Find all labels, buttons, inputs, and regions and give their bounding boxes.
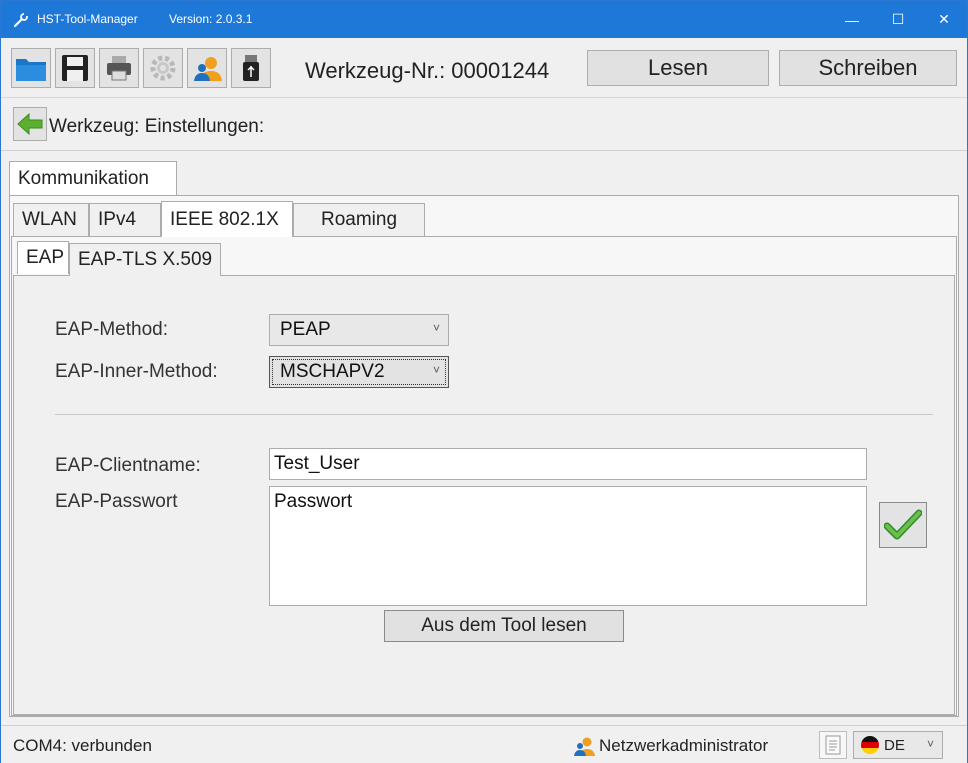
tab-eap-tls[interactable]: EAP-TLS X.509 (69, 243, 221, 276)
connection-status: COM4: verbunden (13, 736, 152, 755)
flag-de-icon (861, 736, 879, 754)
eap-password-input[interactable]: Passwort (269, 486, 867, 606)
usb-icon (243, 55, 259, 81)
window-title: HST-Tool-Manager (37, 12, 138, 26)
eap-method-value: PEAP (280, 319, 331, 340)
user-role-label: Netzwerkadministrator (599, 736, 769, 755)
chevron-down-icon: ˅ (432, 321, 440, 335)
status-bar: COM4: verbunden Netzwerkadministrator DE… (1, 725, 967, 763)
breadcrumb-label: Werkzeug: Einstellungen: (49, 116, 265, 137)
tool-number: Werkzeug-Nr.: 00001244 (305, 58, 550, 83)
print-icon (107, 56, 131, 81)
eap-clientname-input[interactable]: Test_User (269, 448, 867, 480)
maximize-button[interactable]: ☐ (875, 1, 921, 38)
title-bar: HST-Tool-Manager Version: 2.0.3.1 — ☐ ✕ (1, 1, 967, 38)
app-window: HST-Tool-Manager Version: 2.0.3.1 — ☐ ✕ (0, 0, 968, 763)
print-button[interactable] (99, 48, 139, 88)
write-button[interactable]: Schreiben (779, 50, 957, 86)
settings-icon (150, 55, 176, 81)
eap-inner-method-value: MSCHAPV2 (280, 361, 385, 382)
user-button[interactable] (187, 48, 227, 88)
log-button[interactable] (819, 731, 847, 759)
breadcrumb: Werkzeug: Einstellungen: (1, 99, 967, 151)
back-button[interactable] (13, 107, 47, 141)
read-button[interactable]: Lesen (587, 50, 769, 86)
eap-method-select[interactable]: PEAP ˅ (269, 314, 449, 346)
document-icon (825, 735, 841, 755)
save-icon (62, 55, 88, 81)
chevron-down-icon: ˅ (926, 737, 934, 751)
usb-button[interactable] (231, 48, 271, 88)
tab-ieee-8021x[interactable]: IEEE 802.1X (161, 201, 293, 237)
arrow-left-icon (17, 112, 43, 136)
eap-inner-method-select[interactable]: MSCHAPV2 ˅ (269, 356, 449, 388)
read-from-tool-button[interactable]: Aus dem Tool lesen (384, 610, 624, 642)
checkmark-icon (884, 509, 922, 540)
minimize-button[interactable]: — (829, 1, 875, 38)
tab-eap[interactable]: EAP (17, 241, 69, 274)
folder-icon (16, 59, 46, 81)
version-label: Version: 2.0.3.1 (169, 12, 253, 26)
user-icon (574, 737, 595, 756)
chevron-down-icon: ˅ (432, 363, 440, 377)
language-select[interactable]: DE ˅ (853, 731, 943, 759)
tab-wlan[interactable]: WLAN (13, 203, 89, 236)
tab-roaming[interactable]: Roaming (293, 203, 425, 236)
open-button[interactable] (11, 48, 51, 88)
wrench-icon (13, 13, 28, 28)
save-button[interactable] (55, 48, 95, 88)
close-button[interactable]: ✕ (921, 1, 967, 38)
tab-kommunikation[interactable]: Kommunikation (9, 161, 177, 195)
user-icon (194, 57, 222, 81)
tab-ipv4[interactable]: IPv4 (89, 203, 161, 236)
toolbar: Werkzeug-Nr.: 00001244 Lesen Schreiben (1, 38, 967, 98)
user-role: Netzwerkadministrator (573, 735, 768, 757)
settings-button[interactable] (143, 48, 183, 88)
apply-button[interactable] (879, 502, 927, 548)
language-value: DE (884, 736, 905, 754)
